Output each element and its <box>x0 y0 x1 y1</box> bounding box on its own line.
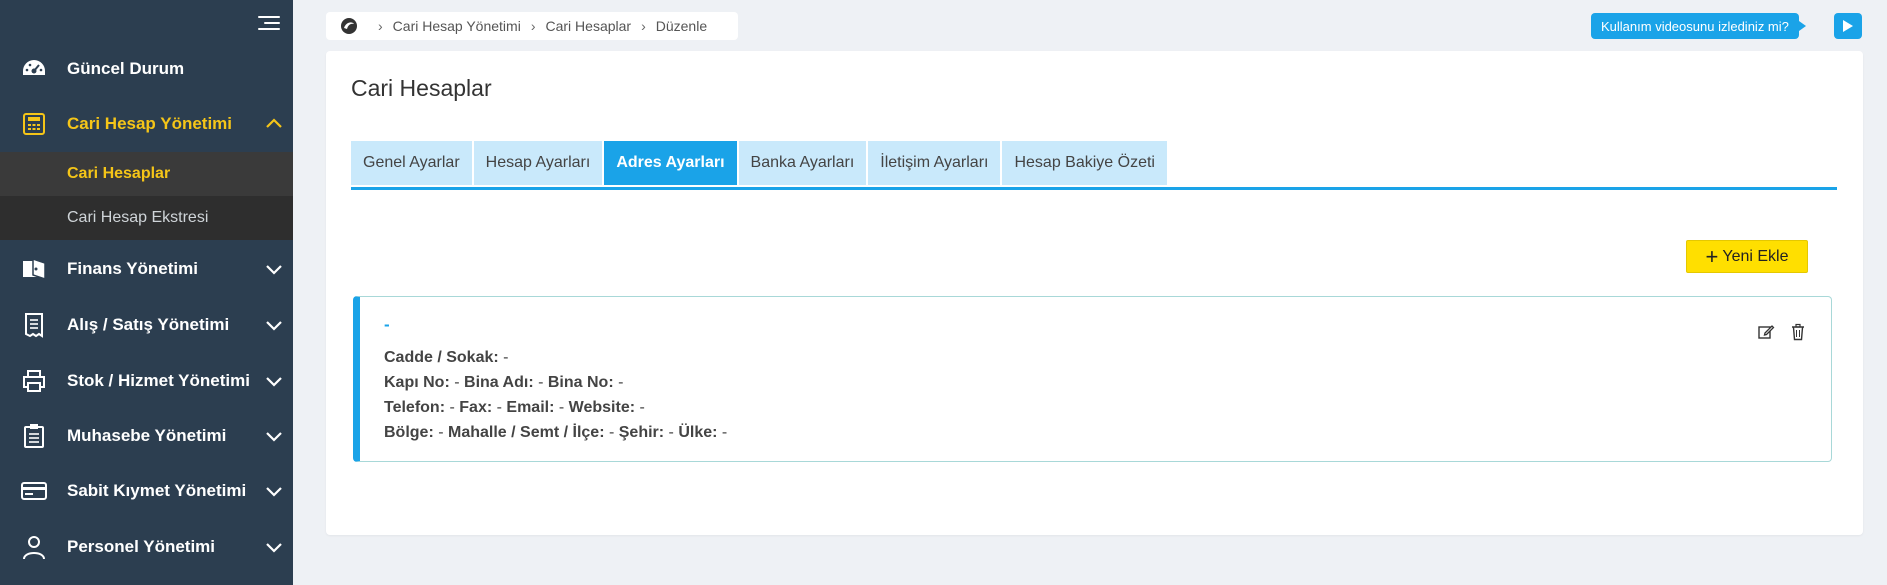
email-label: Email: <box>506 399 555 416</box>
sidebar: Güncel Durum Cari Hesap Yönetimi Cari He… <box>0 0 293 585</box>
address-actions <box>1743 323 1807 341</box>
address-line-street: Cadde / Sokak: - <box>384 349 508 367</box>
region-label: Bölge: <box>384 424 434 441</box>
tab-underline <box>351 187 1837 190</box>
finance-icon <box>20 255 48 283</box>
address-card: - Cadde / Sokak: - Kapı No: - Bina Adı: … <box>353 296 1832 462</box>
chevron-down-icon <box>266 542 282 553</box>
sidebar-item-alis-satis-yonetimi[interactable]: Alış / Satış Yönetimi <box>0 297 293 352</box>
sidebar-item-guncel-durum[interactable]: Güncel Durum <box>0 41 293 96</box>
city-value: - <box>668 424 674 441</box>
tab-iletisim-ayarlari[interactable]: İletişim Ayarları <box>868 141 1001 185</box>
sidebar-item-personel-yonetimi[interactable]: Personel Yönetimi <box>0 519 293 574</box>
hamburger-menu-icon[interactable] <box>258 14 280 32</box>
district-value: - <box>608 424 615 441</box>
street-label: Cadde / Sokak: <box>384 349 499 366</box>
sidebar-item-muhasebe-yonetimi[interactable]: Muhasebe Yönetimi <box>0 408 293 463</box>
tutorial-video-label: Kullanım videosunu izlediniz mi? <box>1601 18 1789 34</box>
sidebar-subitem-label: Cari Hesaplar <box>67 165 171 182</box>
breadcrumb-separator-icon: › <box>378 18 383 34</box>
home-logo-icon[interactable] <box>340 17 358 35</box>
sidebar-item-sabit-kiymet-yonetimi[interactable]: Sabit Kıymet Yönetimi <box>0 463 293 518</box>
chevron-up-icon <box>266 117 282 128</box>
sidebar-item-label: Cari Hesap Yönetimi <box>67 113 233 133</box>
district-label: Mahalle / Semt / İlçe: <box>448 424 605 441</box>
sidebar-item-label: Güncel Durum <box>67 58 185 78</box>
trash-icon[interactable] <box>1789 323 1807 341</box>
door-label: Kapı No: <box>384 374 450 391</box>
calculator-icon <box>20 110 48 138</box>
printer-icon <box>20 367 48 395</box>
tab-hesap-bakiye-ozeti[interactable]: Hesap Bakiye Özeti <box>1002 141 1167 185</box>
chevron-down-icon <box>266 320 282 331</box>
breadcrumb-separator-icon: › <box>641 18 646 34</box>
tutorial-video-button[interactable]: Kullanım videosunu izlediniz mi? <box>1591 13 1806 39</box>
chevron-down-icon <box>266 376 282 387</box>
address-line-contact: Telefon: - Fax: - Email: - Website: - <box>384 399 645 417</box>
sidebar-subitem-cari-hesaplar[interactable]: Cari Hesaplar <box>0 152 293 196</box>
fax-value: - <box>496 399 502 416</box>
play-icon[interactable] <box>1834 13 1862 39</box>
street-value: - <box>503 349 509 366</box>
sidebar-item-label: Muhasebe Yönetimi <box>67 425 227 445</box>
tab-bar: Genel Ayarlar Hesap Ayarları Adres Ayarl… <box>351 141 1169 185</box>
main-card: Cari Hesaplar Genel Ayarlar Hesap Ayarla… <box>326 51 1863 535</box>
sidebar-item-label: Stok / Hizmet Yönetimi <box>67 370 250 390</box>
chevron-down-icon <box>266 486 282 497</box>
country-label: Ülke: <box>678 424 718 441</box>
user-icon <box>20 533 48 561</box>
breadcrumb-separator-icon: › <box>530 18 536 34</box>
address-title: - <box>384 315 390 334</box>
sidebar-item-label: Alış / Satış Yönetimi <box>67 314 230 334</box>
email-value: - <box>558 399 565 416</box>
tab-banka-ayarlari[interactable]: Banka Ayarları <box>738 141 867 185</box>
region-value: - <box>438 424 444 441</box>
tab-adres-ayarlari[interactable]: Adres Ayarları <box>604 141 737 185</box>
chevron-down-icon <box>266 264 282 275</box>
sidebar-subitem-cari-hesap-ekstresi[interactable]: Cari Hesap Ekstresi <box>0 196 293 240</box>
sidebar-subitem-label: Cari Hesap Ekstresi <box>67 209 209 226</box>
breadcrumb-item-current: Düzenle <box>655 18 708 34</box>
door-value: - <box>454 374 460 391</box>
address-line-region: Bölge: - Mahalle / Semt / İlçe: - Şehir:… <box>384 424 727 442</box>
city-label: Şehir: <box>618 424 665 441</box>
chevron-down-icon <box>266 431 282 442</box>
sidebar-item-finans-yonetimi[interactable]: Finans Yönetimi <box>0 241 293 296</box>
sidebar-item-cari-hesap-yonetimi[interactable]: Cari Hesap Yönetimi <box>0 96 293 151</box>
address-line-building: Kapı No: - Bina Adı: - Bina No: - <box>384 374 623 392</box>
breadcrumb-item[interactable]: Cari Hesap Yönetimi <box>393 18 521 34</box>
building-no-label: Bina No: <box>547 374 614 391</box>
sidebar-item-label: Sabit Kıymet Yönetimi <box>67 480 247 500</box>
sidebar-item-label: Finans Yönetimi <box>67 258 198 278</box>
receipt-icon <box>20 311 48 339</box>
fax-label: Fax: <box>459 399 493 416</box>
page-title: Cari Hesaplar <box>351 75 492 101</box>
add-new-label: Yeni Ekle <box>1722 247 1789 265</box>
phone-label: Telefon: <box>384 399 446 416</box>
add-new-button[interactable]: + Yeni Ekle <box>1686 240 1808 273</box>
sidebar-item-label: Personel Yönetimi <box>67 536 216 556</box>
website-label: Website: <box>568 399 636 416</box>
breadcrumb-item[interactable]: Cari Hesaplar <box>545 18 631 34</box>
clipboard-icon <box>20 422 48 450</box>
dashboard-icon <box>20 55 48 83</box>
edit-icon[interactable] <box>1757 323 1775 341</box>
card-icon <box>20 477 48 505</box>
website-value: - <box>639 399 645 416</box>
building-name-value: - <box>538 374 544 391</box>
breadcrumb: › Cari Hesap Yönetimi › Cari Hesaplar › … <box>326 12 738 40</box>
plus-icon: + <box>1705 243 1719 269</box>
tab-genel-ayarlar[interactable]: Genel Ayarlar <box>351 141 472 185</box>
building-no-value: - <box>618 374 624 391</box>
country-value: - <box>721 424 728 441</box>
phone-value: - <box>449 399 455 416</box>
tab-hesap-ayarlari[interactable]: Hesap Ayarları <box>473 141 603 185</box>
sidebar-item-stok-hizmet-yonetimi[interactable]: Stok / Hizmet Yönetimi <box>0 353 293 408</box>
building-name-label: Bina Adı: <box>464 374 534 391</box>
